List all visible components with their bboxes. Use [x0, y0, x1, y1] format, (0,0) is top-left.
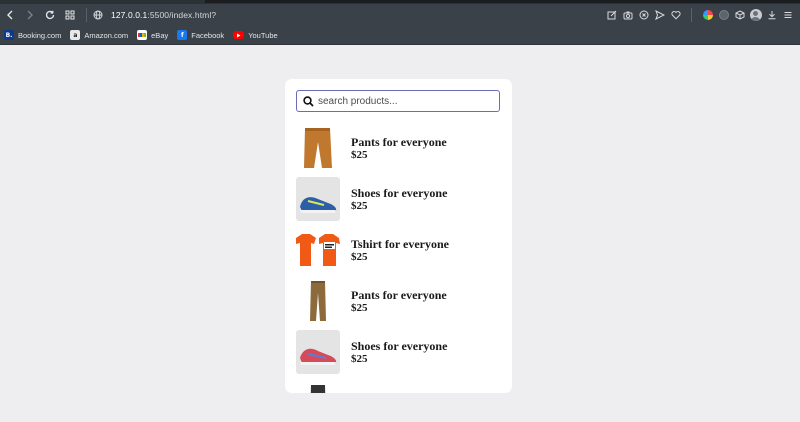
- extension-color-button[interactable]: [701, 9, 714, 22]
- address-bar[interactable]: 127.0.0.1:5500/index.html?: [93, 5, 605, 25]
- toolbar-actions: [605, 8, 800, 22]
- facebook-icon: f: [177, 30, 188, 40]
- bookmark-label: Facebook: [191, 30, 225, 40]
- bookmark-label: eBay: [151, 30, 169, 40]
- bookmark-booking[interactable]: B. Booking.com: [4, 30, 61, 40]
- cube-icon: [735, 10, 744, 20]
- reload-button[interactable]: [40, 5, 60, 25]
- screenshot-button[interactable]: [621, 9, 634, 22]
- search-box: [296, 90, 500, 112]
- dark-item-shape: [310, 385, 326, 393]
- product-search-card: Pants for everyone $25 Shoes for everyon…: [285, 79, 512, 393]
- product-name: Tshirt for everyone: [351, 236, 449, 251]
- bookmark-ebay[interactable]: eBay: [137, 30, 168, 40]
- circle-icon: [718, 10, 729, 20]
- send-button[interactable]: [653, 9, 666, 22]
- globe-icon: [93, 10, 103, 20]
- bookmarks-bar: B. Booking.com a Amazon.com eBay f Faceb…: [0, 26, 800, 45]
- heart-icon: [670, 11, 681, 20]
- url-path: :5500/index.html?: [147, 10, 217, 20]
- product-item[interactable]: Shoes for everyone $25: [296, 177, 506, 221]
- product-image: [296, 330, 340, 374]
- block-button[interactable]: [637, 9, 650, 22]
- bookmark-label: YouTube: [248, 30, 278, 40]
- send-icon: [654, 10, 665, 20]
- back-arrow-icon: [7, 10, 13, 20]
- favorite-button[interactable]: [669, 9, 682, 22]
- product-image: [296, 126, 340, 170]
- downloads-button[interactable]: [765, 9, 778, 22]
- product-price: $25: [351, 148, 368, 161]
- avatar-icon: [749, 9, 762, 21]
- tab-grid-button[interactable]: [60, 5, 80, 25]
- bookmark-facebook[interactable]: f Facebook: [177, 30, 224, 40]
- bookmark-youtube[interactable]: YouTube: [233, 30, 278, 40]
- bookmark-label: Booking.com: [18, 30, 62, 40]
- extensions-button[interactable]: [733, 9, 746, 22]
- amazon-icon: a: [70, 30, 81, 40]
- toolbar-divider-right: [691, 8, 692, 22]
- product-name: Pants for everyone: [351, 287, 447, 302]
- browser-toolbar: 127.0.0.1:5500/index.html?: [0, 4, 800, 26]
- back-button[interactable]: [0, 5, 20, 25]
- ebay-icon: [137, 30, 148, 40]
- download-icon: [768, 11, 775, 20]
- url-host: 127.0.0.1: [111, 10, 148, 20]
- pencil-icon: [607, 10, 616, 20]
- menu-button[interactable]: [781, 9, 794, 22]
- product-price: $25: [351, 250, 368, 263]
- forward-button[interactable]: [20, 5, 40, 25]
- product-item[interactable]: Shoes for everyone $25: [296, 330, 506, 374]
- color-wheel-icon: [702, 10, 713, 20]
- close-circle-icon: [639, 10, 648, 20]
- tab-strip: [205, 0, 800, 3]
- camera-icon: [623, 11, 632, 20]
- profile-button[interactable]: [749, 9, 762, 22]
- grid-icon: [65, 10, 75, 20]
- url-text: 127.0.0.1:5500/index.html?: [111, 10, 216, 20]
- product-image: [296, 279, 340, 323]
- hamburger-icon: [784, 12, 791, 18]
- product-item[interactable]: [296, 381, 506, 393]
- product-price: $25: [351, 199, 368, 212]
- reload-icon: [45, 10, 55, 20]
- youtube-icon: [233, 31, 245, 39]
- product-image: [296, 381, 340, 393]
- product-price: $25: [351, 301, 368, 314]
- product-price: $25: [351, 352, 368, 365]
- search-input[interactable]: [318, 92, 499, 110]
- booking-icon: B.: [4, 30, 14, 40]
- search-icon: [303, 95, 314, 107]
- product-item[interactable]: Pants for everyone $25: [296, 279, 506, 323]
- product-name: Shoes for everyone: [351, 338, 448, 353]
- bookmark-amazon[interactable]: a Amazon.com: [70, 30, 128, 40]
- product-item[interactable]: Tshirt for everyone $25: [296, 228, 506, 272]
- product-image: [296, 177, 340, 221]
- extension-dim-button[interactable]: [717, 9, 730, 22]
- toolbar-divider: [86, 8, 87, 22]
- forward-arrow-icon: [27, 10, 33, 20]
- bookmark-label: Amazon.com: [84, 30, 129, 40]
- product-name: Pants for everyone: [351, 134, 447, 149]
- product-image: [296, 228, 340, 272]
- product-item[interactable]: Pants for everyone $25: [296, 126, 506, 170]
- product-name: Shoes for everyone: [351, 185, 448, 200]
- edit-button[interactable]: [605, 9, 618, 22]
